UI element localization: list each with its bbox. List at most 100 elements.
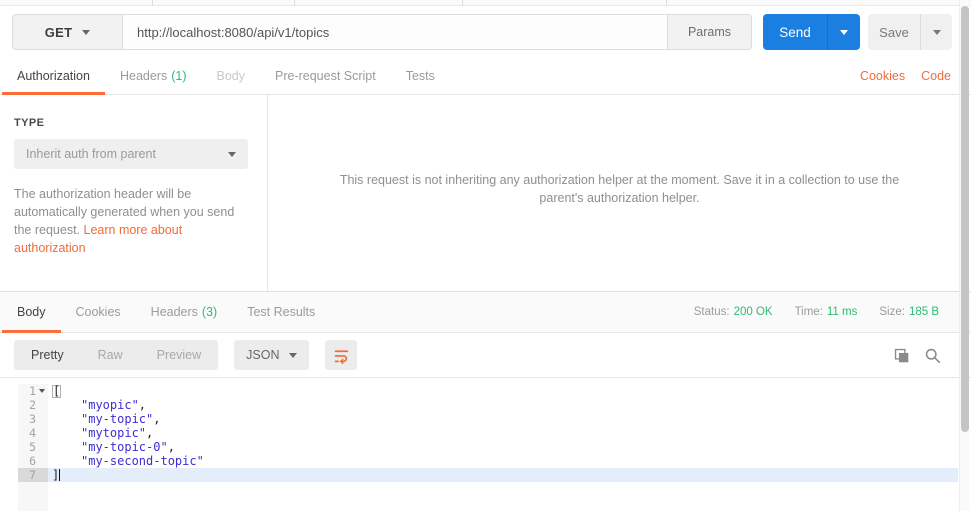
code-line-active: 7 ] <box>0 468 958 482</box>
auth-helper-area: This request is not inheriting any autho… <box>268 95 971 291</box>
mode-preview[interactable]: Preview <box>140 340 218 370</box>
response-headers-count-badge: (3) <box>201 305 218 319</box>
type-label: TYPE <box>14 117 45 129</box>
response-toolbar: Pretty Raw Preview JSON <box>0 333 971 378</box>
mode-pretty[interactable]: Pretty <box>14 340 81 370</box>
status-label: Status: <box>693 306 730 318</box>
string-token: "my-topic-0" <box>81 440 168 454</box>
tab-label: Pre-request Script <box>275 69 376 83</box>
search-icon[interactable] <box>924 347 941 364</box>
authorization-panel: TYPE Inherit auth from parent The author… <box>0 95 971 291</box>
scrollbar-thumb[interactable] <box>961 6 969 432</box>
tab-pre-request-script[interactable]: Pre-request Script <box>260 58 391 94</box>
code-line: 3 "my-topic", <box>0 412 958 426</box>
gutter: 1 <box>0 384 48 398</box>
tab-label: Headers <box>150 305 198 319</box>
gutter: 5 <box>0 440 48 454</box>
params-button[interactable]: Params <box>667 15 751 49</box>
response-tab-cookies[interactable]: Cookies <box>61 292 136 332</box>
tab-body[interactable]: Body <box>202 58 261 94</box>
response-body-editor[interactable]: 1 [ 2 "myopic", 3 "my-topic", 4 "mytopic… <box>0 378 958 511</box>
url-field-wrap <box>123 15 667 49</box>
punct-token: , <box>167 440 175 454</box>
code-content: "my-topic-0", <box>48 440 958 454</box>
bracket-token: [ <box>52 384 62 398</box>
code-link[interactable]: Code <box>921 69 951 83</box>
gutter: 6 <box>0 454 48 468</box>
auth-type-dropdown[interactable]: Inherit auth from parent <box>14 139 248 169</box>
line-number: 1 <box>29 384 36 398</box>
code-line: 5 "my-topic-0", <box>0 440 958 454</box>
auth-helper-message: This request is not inheriting any autho… <box>339 173 900 205</box>
time-badge: Time: 11 ms <box>795 306 858 318</box>
tabs-right-links: Cookies Code <box>860 58 971 94</box>
code-line: 2 "myopic", <box>0 398 958 412</box>
wrap-text-button[interactable] <box>325 340 358 370</box>
vertical-scrollbar[interactable] <box>959 0 969 511</box>
auth-type-column: TYPE Inherit auth from parent The author… <box>0 95 268 291</box>
auth-description: The authorization header will be automat… <box>14 185 242 257</box>
view-mode-group: Pretty Raw Preview <box>14 340 219 370</box>
tab-headers[interactable]: Headers (1) <box>105 58 202 94</box>
punct-token: , <box>138 398 147 412</box>
save-button-group: Save <box>868 14 952 50</box>
tab-label: Tests <box>405 69 435 83</box>
code-content: [ <box>48 384 958 398</box>
line-number: 4 <box>29 426 36 440</box>
format-dropdown[interactable]: JSON <box>234 340 310 370</box>
copy-icon[interactable] <box>893 347 910 364</box>
mode-label: Raw <box>97 348 123 362</box>
code-content: ] <box>48 468 958 482</box>
tab-authorization[interactable]: Authorization <box>2 58 105 95</box>
text-cursor <box>59 469 61 481</box>
punct-token: , <box>153 412 161 426</box>
mode-label: Pretty <box>31 348 64 362</box>
tab-label: Body <box>216 69 246 83</box>
code-content: "myopic", <box>48 398 958 412</box>
send-label: Send <box>779 24 811 40</box>
string-token: "myopic" <box>81 398 139 412</box>
line-number: 5 <box>29 440 36 454</box>
headers-count-badge: (1) <box>171 69 187 83</box>
bracket-token: ] <box>52 468 60 482</box>
chevron-down-icon <box>932 29 941 35</box>
response-meta: Status: 200 OK Time: 11 ms Size: 185 B <box>694 292 971 332</box>
line-number: 6 <box>29 454 36 468</box>
gutter: 4 <box>0 426 48 440</box>
size-badge: Size: 185 B <box>879 306 939 318</box>
request-tabs: Authorization Headers (1) Body Pre-reque… <box>0 58 971 95</box>
postman-request-view: GET Params Send Save Authorization Hea <box>0 0 971 511</box>
gutter: 3 <box>0 412 48 426</box>
string-token: "my-topic" <box>81 412 154 426</box>
method-label: GET <box>44 24 73 40</box>
response-tab-headers[interactable]: Headers (3) <box>136 292 233 332</box>
cookies-link[interactable]: Cookies <box>860 69 905 83</box>
fold-toggle-icon[interactable] <box>39 389 45 393</box>
code-line: 4 "mytopic", <box>0 426 958 440</box>
send-options-dropdown[interactable] <box>827 14 860 50</box>
string-token: "mytopic" <box>81 426 147 440</box>
gutter <box>0 482 48 511</box>
line-number: 7 <box>29 468 36 482</box>
chevron-down-icon <box>289 352 298 358</box>
tab-separator <box>666 0 667 6</box>
response-tab-body[interactable]: Body <box>2 292 61 333</box>
save-button[interactable]: Save <box>868 14 920 50</box>
method-dropdown[interactable]: GET <box>13 15 123 49</box>
mode-raw[interactable]: Raw <box>81 340 140 370</box>
params-label: Params <box>687 25 732 39</box>
line-number: 3 <box>29 412 36 426</box>
tab-label: Cookies <box>75 305 121 319</box>
response-tab-test-results[interactable]: Test Results <box>232 292 330 332</box>
url-input[interactable] <box>137 24 653 40</box>
mode-label: Preview <box>156 348 202 362</box>
chevron-down-icon <box>228 151 236 157</box>
tab-label: Authorization <box>17 69 90 83</box>
save-options-dropdown[interactable] <box>920 14 952 50</box>
time-label: Time: <box>794 306 823 318</box>
tab-tests[interactable]: Tests <box>391 58 450 94</box>
code-content: "my-topic", <box>48 412 958 426</box>
send-button[interactable]: Send <box>763 14 827 50</box>
code-content: "my-second-topic" <box>48 454 958 468</box>
line-number: 2 <box>29 398 36 412</box>
